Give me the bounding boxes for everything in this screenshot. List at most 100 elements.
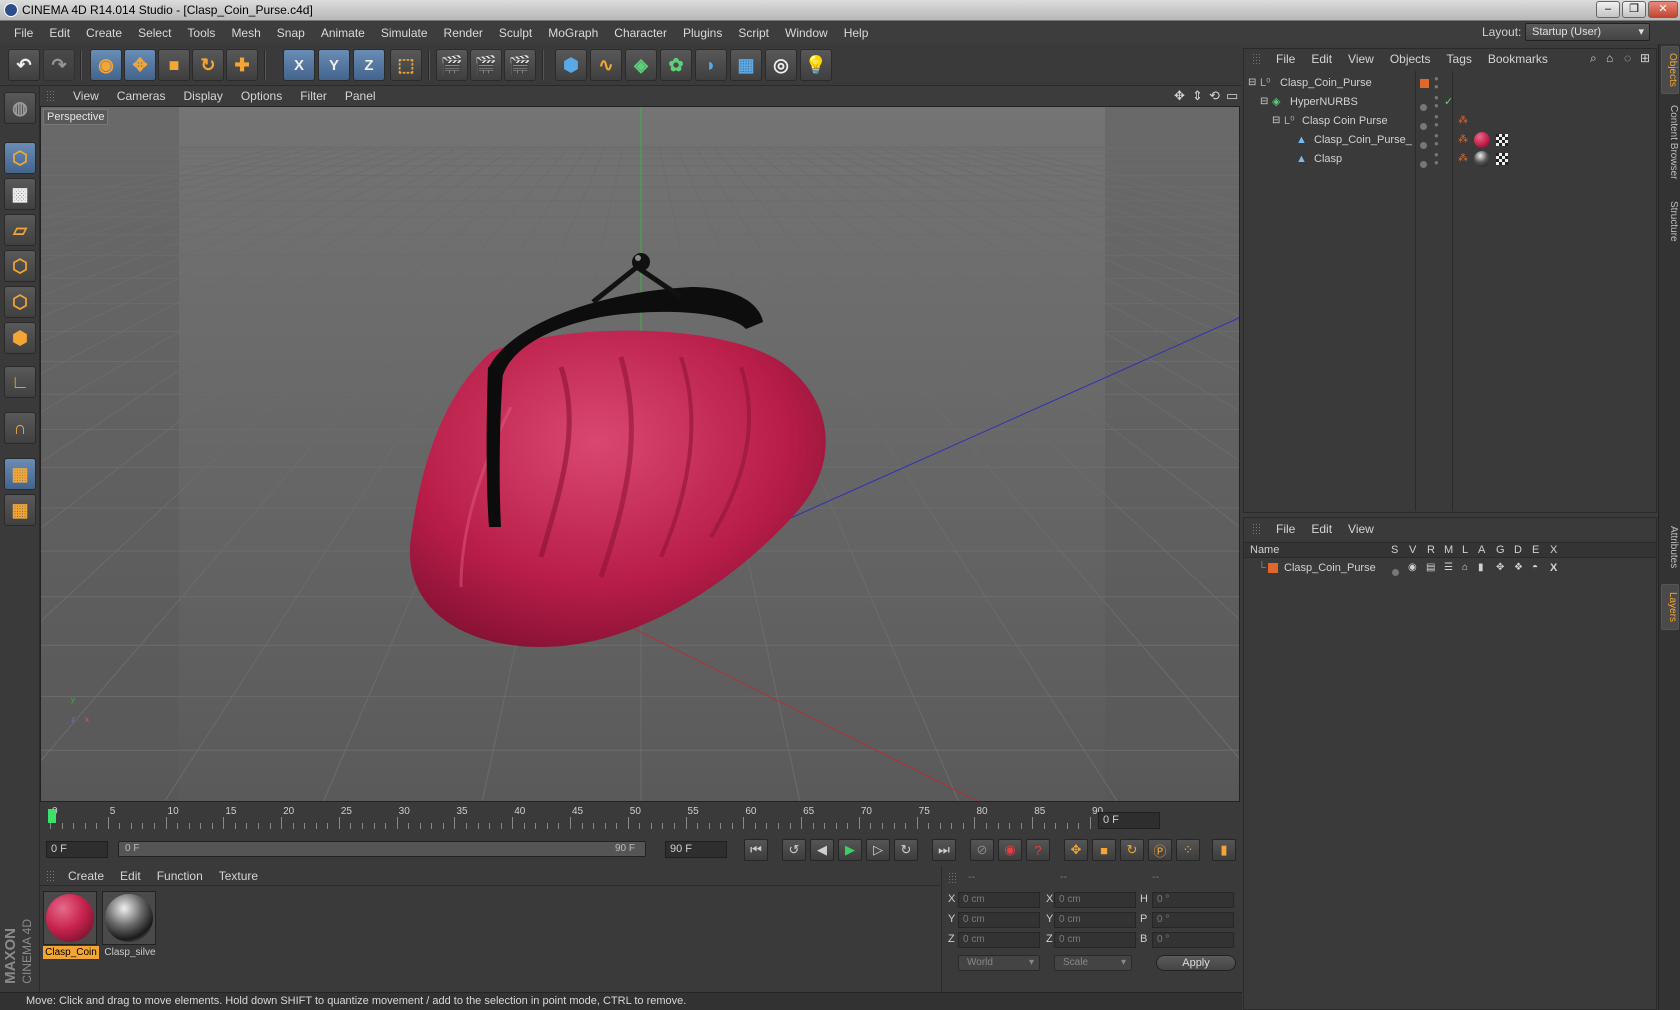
object-row-clasp-coin-purse-mesh[interactable]: ▲ Clasp_Coin_Purse_ ● ● ⁂ bbox=[1244, 130, 1656, 150]
position-x-field[interactable]: 0 cm bbox=[958, 892, 1040, 908]
material-menu-create[interactable]: Create bbox=[60, 869, 112, 883]
object-row-clasp[interactable]: ▲ Clasp ● ● ⁂ bbox=[1244, 149, 1656, 169]
goto-start-button[interactable]: ⏮ bbox=[744, 839, 768, 861]
point-level-animation-button[interactable]: ⁘ bbox=[1176, 839, 1200, 861]
add-light-button[interactable]: 💡 bbox=[800, 49, 832, 81]
record-active-objects-button[interactable]: ⊘ bbox=[970, 839, 994, 861]
rotation-b-field[interactable]: 0 ° bbox=[1152, 932, 1234, 948]
maximize-button[interactable]: ❐ bbox=[1622, 1, 1646, 18]
keyframe-selection-button[interactable]: ? bbox=[1026, 839, 1050, 861]
material-menu-texture[interactable]: Texture bbox=[211, 869, 266, 883]
autokeying-button[interactable]: ◉ bbox=[998, 839, 1022, 861]
object-menu-file[interactable]: File bbox=[1268, 52, 1303, 66]
end-frame-field[interactable]: 90 F bbox=[665, 841, 727, 858]
timeline-button[interactable]: ▮ bbox=[1212, 839, 1236, 861]
object-row-clasp-coin-purse-root[interactable]: ⊟ L⁰ Clasp_Coin_Purse ● ● bbox=[1244, 73, 1656, 93]
current-frame-field[interactable]: 0 F bbox=[1098, 812, 1160, 829]
position-y-field[interactable]: 0 cm bbox=[958, 912, 1040, 928]
menu-character[interactable]: Character bbox=[606, 26, 675, 40]
material-menu-function[interactable]: Function bbox=[149, 869, 211, 883]
add-cube-button[interactable]: ⬢ bbox=[555, 49, 587, 81]
menu-sculpt[interactable]: Sculpt bbox=[491, 26, 540, 40]
collapse-icon[interactable]: ⊟ bbox=[1260, 92, 1268, 112]
menu-window[interactable]: Window bbox=[777, 26, 836, 40]
animation-toggle-icon[interactable]: ▮ bbox=[1478, 559, 1484, 577]
layer-row-clasp-coin-purse[interactable]: └ Clasp_Coin_Purse ◉ ▤ ☰ ⌂ ▮ ✥ ❖ ◓ X bbox=[1244, 559, 1656, 577]
object-menu-tags[interactable]: Tags bbox=[1439, 52, 1480, 66]
viewport-menu-options[interactable]: Options bbox=[232, 89, 291, 103]
object-menu-objects[interactable]: Objects bbox=[1382, 52, 1439, 66]
add-floor-button[interactable]: ▦ bbox=[730, 49, 762, 81]
tab-objects[interactable]: Objects bbox=[1661, 46, 1679, 94]
object-menu-edit[interactable]: Edit bbox=[1303, 52, 1340, 66]
make-editable-button[interactable]: ◍ bbox=[4, 92, 36, 124]
points-mode-button[interactable]: ⬡ bbox=[4, 250, 36, 282]
new-window-icon[interactable]: ⊞ bbox=[1640, 51, 1650, 65]
layer-menu-file[interactable]: File bbox=[1268, 522, 1303, 536]
column-animation[interactable]: A bbox=[1478, 543, 1485, 557]
snap-button[interactable]: ∩ bbox=[4, 412, 36, 444]
column-render[interactable]: R bbox=[1427, 543, 1435, 557]
z-axis-lock-button[interactable]: Z bbox=[353, 49, 385, 81]
collapse-icon[interactable]: ⊟ bbox=[1272, 111, 1280, 131]
texture-mode-button[interactable]: ▩ bbox=[4, 178, 36, 210]
size-z-field[interactable]: 0 cm bbox=[1054, 932, 1136, 948]
goto-end-button[interactable]: ⏭ bbox=[932, 839, 956, 861]
menu-script[interactable]: Script bbox=[730, 26, 777, 40]
transform-mode-select[interactable]: Scale ▾ bbox=[1054, 955, 1132, 971]
add-array-button[interactable]: ✿ bbox=[660, 49, 692, 81]
size-x-field[interactable]: 0 cm bbox=[1054, 892, 1136, 908]
menu-help[interactable]: Help bbox=[836, 26, 877, 40]
rotation-h-field[interactable]: 0 ° bbox=[1152, 892, 1234, 908]
layer-menu-view[interactable]: View bbox=[1340, 522, 1382, 536]
preview-range-slider[interactable]: 0 F 90 F bbox=[118, 841, 646, 857]
expression-toggle-icon[interactable]: ◓ bbox=[1532, 559, 1538, 577]
position-key-button[interactable]: ✥ bbox=[1064, 839, 1088, 861]
uvw-tag-icon[interactable] bbox=[1496, 153, 1508, 165]
viewport-move-icon[interactable]: ✥ bbox=[1174, 88, 1185, 104]
edges-mode-button[interactable]: ⬡ bbox=[4, 286, 36, 318]
solo-toggle[interactable] bbox=[1392, 564, 1399, 582]
column-view[interactable]: V bbox=[1409, 543, 1416, 557]
goto-next-key-button[interactable]: ↻ bbox=[894, 839, 918, 861]
perspective-viewport[interactable]: Perspective y z x bbox=[40, 106, 1240, 802]
visibility-dots[interactable]: ● ● bbox=[1434, 94, 1439, 110]
deformer-toggle-icon[interactable]: ❖ bbox=[1514, 559, 1523, 577]
tab-attributes[interactable]: Attributes bbox=[1661, 516, 1679, 578]
tab-structure[interactable]: Structure bbox=[1661, 192, 1679, 250]
uvw-tag-icon[interactable] bbox=[1496, 134, 1508, 146]
home-icon[interactable]: ⌂ bbox=[1606, 51, 1613, 65]
size-y-field[interactable]: 0 cm bbox=[1054, 912, 1136, 928]
minimize-button[interactable]: – bbox=[1596, 1, 1620, 18]
visibility-dots[interactable]: ● ● bbox=[1434, 151, 1439, 167]
add-spline-button[interactable]: ∿ bbox=[590, 49, 622, 81]
undo-button[interactable]: ↶ bbox=[8, 49, 40, 81]
material-swatch-clasp-silver[interactable]: Clasp_silve bbox=[102, 891, 158, 965]
visibility-dots[interactable]: ● ● bbox=[1434, 75, 1439, 91]
menu-tools[interactable]: Tools bbox=[179, 26, 223, 40]
column-expressions[interactable]: E bbox=[1532, 543, 1539, 557]
scale-tool-button[interactable]: ■ bbox=[158, 49, 190, 81]
y-axis-lock-button[interactable]: Y bbox=[318, 49, 350, 81]
generator-toggle-icon[interactable]: ✥ bbox=[1496, 559, 1504, 577]
playhead-marker[interactable] bbox=[48, 809, 56, 823]
search-icon[interactable]: ⌕ bbox=[1590, 51, 1597, 66]
scale-key-button[interactable]: ■ bbox=[1092, 839, 1116, 861]
move-tool-button[interactable]: ✥ bbox=[124, 49, 156, 81]
tab-content-browser[interactable]: Content Browser bbox=[1661, 100, 1679, 184]
column-deformers[interactable]: D bbox=[1514, 543, 1522, 557]
visibility-dots[interactable]: ● ● bbox=[1434, 113, 1439, 129]
menu-edit[interactable]: Edit bbox=[41, 26, 78, 40]
workplane-lock-button[interactable]: ▦ bbox=[4, 458, 36, 490]
phong-tag-icon[interactable]: ⁂ bbox=[1458, 130, 1468, 150]
next-frame-button[interactable]: ▷ bbox=[866, 839, 890, 861]
column-xref[interactable]: X bbox=[1550, 543, 1557, 557]
menu-simulate[interactable]: Simulate bbox=[373, 26, 436, 40]
add-camera-button[interactable]: ◎ bbox=[765, 49, 797, 81]
object-menu-bookmarks[interactable]: Bookmarks bbox=[1480, 52, 1556, 66]
layer-color-swatch[interactable] bbox=[1268, 563, 1278, 573]
viewport-rotate-icon[interactable]: ⟲ bbox=[1209, 88, 1220, 104]
parameter-key-button[interactable]: Ⓟ bbox=[1148, 839, 1172, 861]
column-manager[interactable]: M bbox=[1444, 543, 1453, 557]
material-tag-silver-icon[interactable] bbox=[1474, 151, 1490, 167]
